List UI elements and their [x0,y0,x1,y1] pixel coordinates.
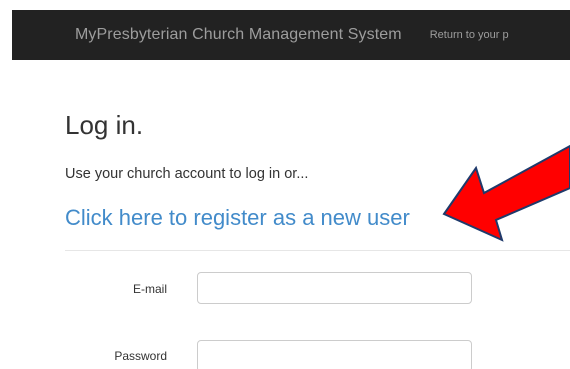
brand-link[interactable]: MyPresbyterian Church Management System [75,26,402,44]
top-navbar: MyPresbyterian Church Management System … [12,10,570,60]
register-link[interactable]: Click here to register as a new user [65,205,410,231]
login-instructions: Use your church account to log in or... [65,166,309,182]
email-label: E-mail [132,282,167,296]
return-link[interactable]: Return to your p [430,29,509,41]
red-arrow-icon [442,144,570,242]
password-field[interactable] [197,340,472,369]
page-title: Log in. [65,110,144,140]
login-page: MyPresbyterian Church Management System … [0,0,570,369]
section-divider [65,250,570,251]
password-label: Password [114,349,167,363]
email-field[interactable] [197,272,472,304]
